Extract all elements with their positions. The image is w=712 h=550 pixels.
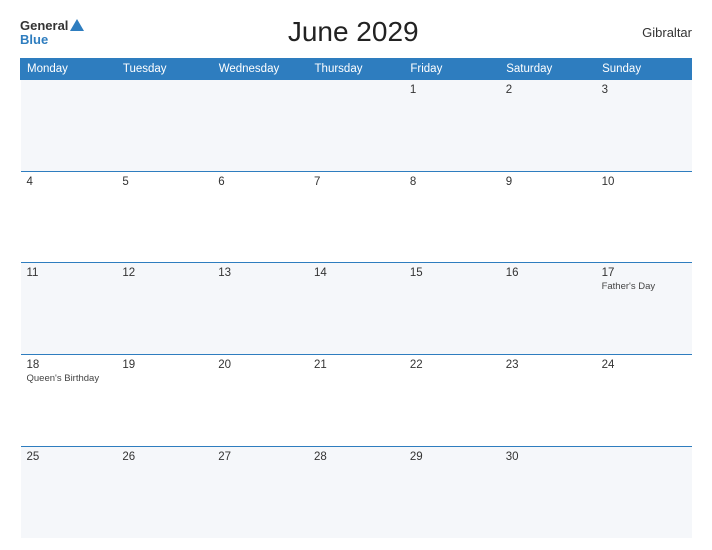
- calendar-cell: 20: [212, 355, 308, 447]
- calendar-cell: [116, 80, 212, 172]
- day-number: 17: [602, 267, 686, 279]
- calendar-cell: [308, 80, 404, 172]
- day-number: 30: [506, 451, 590, 463]
- day-number: 28: [314, 451, 398, 463]
- day-number: 2: [506, 84, 590, 96]
- day-number: 7: [314, 176, 398, 188]
- day-number: 18: [27, 359, 111, 371]
- logo-triangle-icon: [70, 19, 84, 31]
- calendar-cell: 5: [116, 171, 212, 263]
- col-thursday: Thursday: [308, 59, 404, 80]
- day-number: 4: [27, 176, 111, 188]
- day-number: 19: [122, 359, 206, 371]
- calendar-cell: [596, 446, 692, 538]
- calendar-week-row: 456789 10: [21, 171, 692, 263]
- calendar-cell: 13: [212, 263, 308, 355]
- calendar-cell: 12: [116, 263, 212, 355]
- day-number: 27: [218, 451, 302, 463]
- day-number: 24: [602, 359, 686, 371]
- day-number: 23: [506, 359, 590, 371]
- day-number: 3: [602, 84, 686, 96]
- day-number: 15: [410, 267, 494, 279]
- day-number: 11: [27, 267, 111, 279]
- calendar-cell: 28: [308, 446, 404, 538]
- calendar-week-row: 25 26 27 28 29 30: [21, 446, 692, 538]
- day-number: 20: [218, 359, 302, 371]
- calendar-week-row: 123: [21, 80, 692, 172]
- day-number: 10: [602, 176, 686, 188]
- calendar-cell: 8: [404, 171, 500, 263]
- calendar-cell: 21: [308, 355, 404, 447]
- day-number: 5: [122, 176, 206, 188]
- calendar-cell: 19: [116, 355, 212, 447]
- calendar-week-row: 18 Queen's Birthday 19 20 21 22 23 24: [21, 355, 692, 447]
- day-number: 29: [410, 451, 494, 463]
- calendar-header-row: Monday Tuesday Wednesday Thursday Friday…: [21, 59, 692, 80]
- calendar-cell: 27: [212, 446, 308, 538]
- day-number: 6: [218, 176, 302, 188]
- day-event: Father's Day: [602, 281, 686, 293]
- calendar-cell: [212, 80, 308, 172]
- col-sunday: Sunday: [596, 59, 692, 80]
- calendar-cell: 6: [212, 171, 308, 263]
- calendar-cell: 22: [404, 355, 500, 447]
- day-number: 12: [122, 267, 206, 279]
- calendar-cell: 7: [308, 171, 404, 263]
- day-number: 21: [314, 359, 398, 371]
- col-monday: Monday: [21, 59, 117, 80]
- calendar-table: Monday Tuesday Wednesday Thursday Friday…: [20, 58, 692, 538]
- calendar-cell: 15: [404, 263, 500, 355]
- calendar-cell: 29: [404, 446, 500, 538]
- logo-general: General: [20, 19, 68, 32]
- day-number: 13: [218, 267, 302, 279]
- day-event: Queen's Birthday: [27, 373, 111, 385]
- calendar-cell: 18 Queen's Birthday: [21, 355, 117, 447]
- calendar-title: June 2029: [84, 16, 622, 48]
- calendar-cell: 17 Father's Day: [596, 263, 692, 355]
- day-number: 14: [314, 267, 398, 279]
- day-number: 22: [410, 359, 494, 371]
- region-label: Gibraltar: [622, 25, 692, 40]
- logo: General Blue: [20, 19, 84, 46]
- calendar-cell: 26: [116, 446, 212, 538]
- calendar-cell: 23: [500, 355, 596, 447]
- day-number: 25: [27, 451, 111, 463]
- calendar-cell: 25: [21, 446, 117, 538]
- col-friday: Friday: [404, 59, 500, 80]
- col-tuesday: Tuesday: [116, 59, 212, 80]
- calendar-cell: 1: [404, 80, 500, 172]
- day-number: 16: [506, 267, 590, 279]
- day-number: 26: [122, 451, 206, 463]
- calendar-cell: 10: [596, 171, 692, 263]
- calendar-cell: 4: [21, 171, 117, 263]
- calendar-cell: 24: [596, 355, 692, 447]
- calendar-page: General Blue June 2029 Gibraltar Monday …: [0, 0, 712, 550]
- logo-blue: Blue: [20, 33, 48, 46]
- day-number: 1: [410, 84, 494, 96]
- calendar-cell: 16: [500, 263, 596, 355]
- col-wednesday: Wednesday: [212, 59, 308, 80]
- calendar-cell: 9: [500, 171, 596, 263]
- calendar-cell: 11: [21, 263, 117, 355]
- calendar-header: General Blue June 2029 Gibraltar: [20, 16, 692, 48]
- col-saturday: Saturday: [500, 59, 596, 80]
- calendar-cell: 30: [500, 446, 596, 538]
- calendar-cell: 3: [596, 80, 692, 172]
- day-number: 9: [506, 176, 590, 188]
- day-number: 8: [410, 176, 494, 188]
- calendar-week-row: 11 12 13 14 15 16 17 Father's Day: [21, 263, 692, 355]
- calendar-cell: 2: [500, 80, 596, 172]
- calendar-cell: 14: [308, 263, 404, 355]
- calendar-cell: [21, 80, 117, 172]
